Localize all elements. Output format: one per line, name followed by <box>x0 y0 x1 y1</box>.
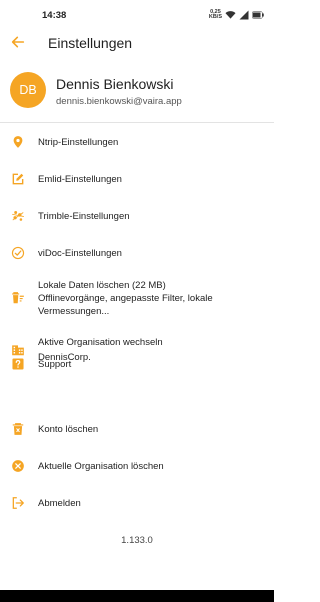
status-time: 14:38 <box>42 10 67 21</box>
menu-item-subtitle: Vermessungen... <box>38 306 110 317</box>
profile-name: Dennis Bienkowski <box>56 76 174 92</box>
signal-icon <box>239 10 249 20</box>
menu-item-delete-account[interactable]: Konto löschen <box>0 417 274 441</box>
wifi-icon <box>225 11 236 19</box>
check-circle-icon <box>11 246 25 260</box>
avatar: DB <box>10 72 46 108</box>
navigation-bar <box>0 590 274 602</box>
menu-item-trimble[interactable]: Trimble-Einstellungen <box>0 204 274 228</box>
app-bar: Einstellungen <box>0 30 274 56</box>
menu-item-label: Ntrip-Einstellungen <box>38 137 119 148</box>
menu-item-logout[interactable]: Abmelden <box>0 491 274 515</box>
menu-item-vidoc[interactable]: viDoc-Einstellungen <box>0 241 274 265</box>
menu-item-title: Aktive Organisation wechseln <box>38 337 163 348</box>
trimble-icon <box>12 211 24 221</box>
trash-icon <box>12 423 24 435</box>
profile-email: dennis.bienkowski@vaira.app <box>56 96 182 107</box>
page-title: Einstellungen <box>48 35 133 51</box>
arrow-left-icon[interactable] <box>10 34 26 50</box>
menu-item-label: viDoc-Einstellungen <box>38 248 122 259</box>
menu-item-label: Konto löschen <box>38 424 99 435</box>
net-speed: 0,25 KB/S <box>208 9 222 21</box>
menu-item-label: Emlid-Einstellungen <box>38 174 122 185</box>
cancel-circle-icon <box>12 460 24 472</box>
menu-item-subtitle: Offlinevorgänge, angepasste Filter, loka… <box>38 293 213 304</box>
location-pin-icon <box>13 136 23 148</box>
net-speed-unit: KB/S <box>208 14 222 20</box>
battery-icon <box>252 11 264 19</box>
app-version: 1.133.0 <box>121 535 153 546</box>
delete-sweep-icon <box>12 292 24 304</box>
status-icons: 0,25 KB/S <box>209 9 264 21</box>
menu-item-label: Support <box>38 359 72 370</box>
menu-item-title: Lokale Daten löschen (22 MB) <box>38 280 166 291</box>
menu-item-delete-organisation[interactable]: Aktuelle Organisation löschen <box>0 454 274 478</box>
menu-item-label: Aktuelle Organisation löschen <box>38 461 164 472</box>
help-icon <box>12 358 24 370</box>
profile-header: DB Dennis Bienkowski dennis.bienkowski@v… <box>0 64 274 122</box>
menu-item-ntrip[interactable]: Ntrip-Einstellungen <box>0 130 274 154</box>
edit-square-icon <box>12 173 24 185</box>
status-bar: 14:38 0,25 KB/S <box>0 0 274 30</box>
menu-item-support[interactable]: Support <box>0 352 274 376</box>
menu-item-emlid[interactable]: Emlid-Einstellungen <box>0 167 274 191</box>
menu-item-label: Abmelden <box>38 498 81 509</box>
menu-item-label: Trimble-Einstellungen <box>38 211 130 222</box>
menu-item-local-data[interactable]: Lokale Daten löschen (22 MB) Offlinevorg… <box>0 276 274 322</box>
divider <box>0 122 274 123</box>
logout-icon <box>12 497 24 509</box>
